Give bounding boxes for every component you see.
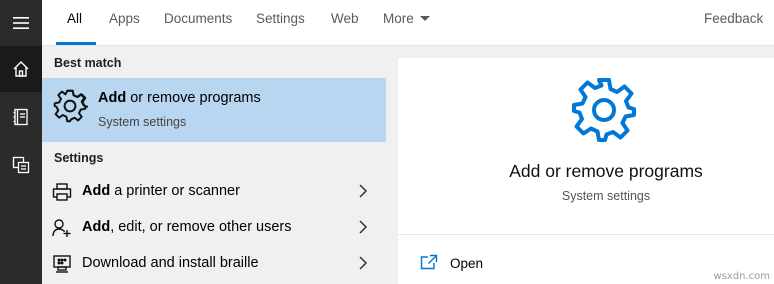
settings-result-label: Add, edit, or remove other users — [82, 219, 292, 235]
open-icon — [420, 254, 438, 270]
chevron-right-icon — [359, 184, 368, 198]
tab-settings[interactable]: Settings — [256, 0, 305, 45]
gear-icon — [572, 78, 636, 142]
tab-more[interactable]: More — [383, 0, 430, 45]
user-add-icon — [52, 219, 71, 237]
chevron-right-icon — [359, 256, 368, 270]
watermark: wsxdn.com — [713, 271, 770, 282]
best-match-subtitle: System settings — [98, 115, 187, 129]
hamburger-menu-icon — [13, 17, 29, 29]
left-rail — [0, 0, 42, 284]
results-panel: Best match Add or remove programs System… — [42, 46, 386, 284]
documents-icon — [12, 156, 30, 174]
documents-button[interactable] — [0, 142, 42, 188]
settings-result-braille[interactable]: Download and install braille — [42, 246, 386, 282]
gear-icon — [53, 89, 88, 123]
search-tabs-bar: All Apps Documents Settings Web More Fee… — [42, 0, 774, 46]
best-match-result[interactable]: Add or remove programs System settings — [42, 78, 386, 142]
tab-documents[interactable]: Documents — [164, 0, 232, 45]
chevron-right-icon — [359, 220, 368, 234]
settings-result-printer[interactable]: Add a printer or scanner — [42, 174, 386, 210]
preview-subtitle: System settings — [561, 189, 651, 203]
feedback-link[interactable]: Feedback — [704, 0, 763, 45]
preview-divider — [398, 234, 774, 235]
home-icon — [13, 61, 29, 77]
settings-result-label: Add a printer or scanner — [82, 183, 240, 199]
hamburger-menu-button[interactable] — [0, 0, 42, 46]
tab-more-label: More — [383, 11, 414, 26]
notebook-button[interactable] — [0, 94, 42, 140]
best-match-heading: Best match — [54, 56, 122, 70]
best-match-title: Add or remove programs — [98, 90, 261, 106]
notebook-icon — [13, 108, 28, 126]
preview-pane: Add or remove programs System settings O… — [398, 58, 774, 284]
active-tab-indicator — [56, 42, 96, 45]
tab-apps[interactable]: Apps — [109, 0, 140, 45]
printer-icon — [52, 183, 72, 201]
open-label: Open — [450, 256, 484, 271]
tab-all[interactable]: All — [67, 0, 82, 45]
caret-down-icon — [419, 16, 430, 21]
home-button[interactable] — [0, 46, 42, 92]
settings-heading: Settings — [54, 151, 104, 165]
settings-result-users[interactable]: Add, edit, or remove other users — [42, 210, 386, 246]
settings-result-label: Download and install braille — [82, 255, 259, 271]
preview-title: Add or remove programs — [509, 161, 703, 181]
braille-display-icon — [53, 255, 71, 273]
tab-web[interactable]: Web — [331, 0, 359, 45]
